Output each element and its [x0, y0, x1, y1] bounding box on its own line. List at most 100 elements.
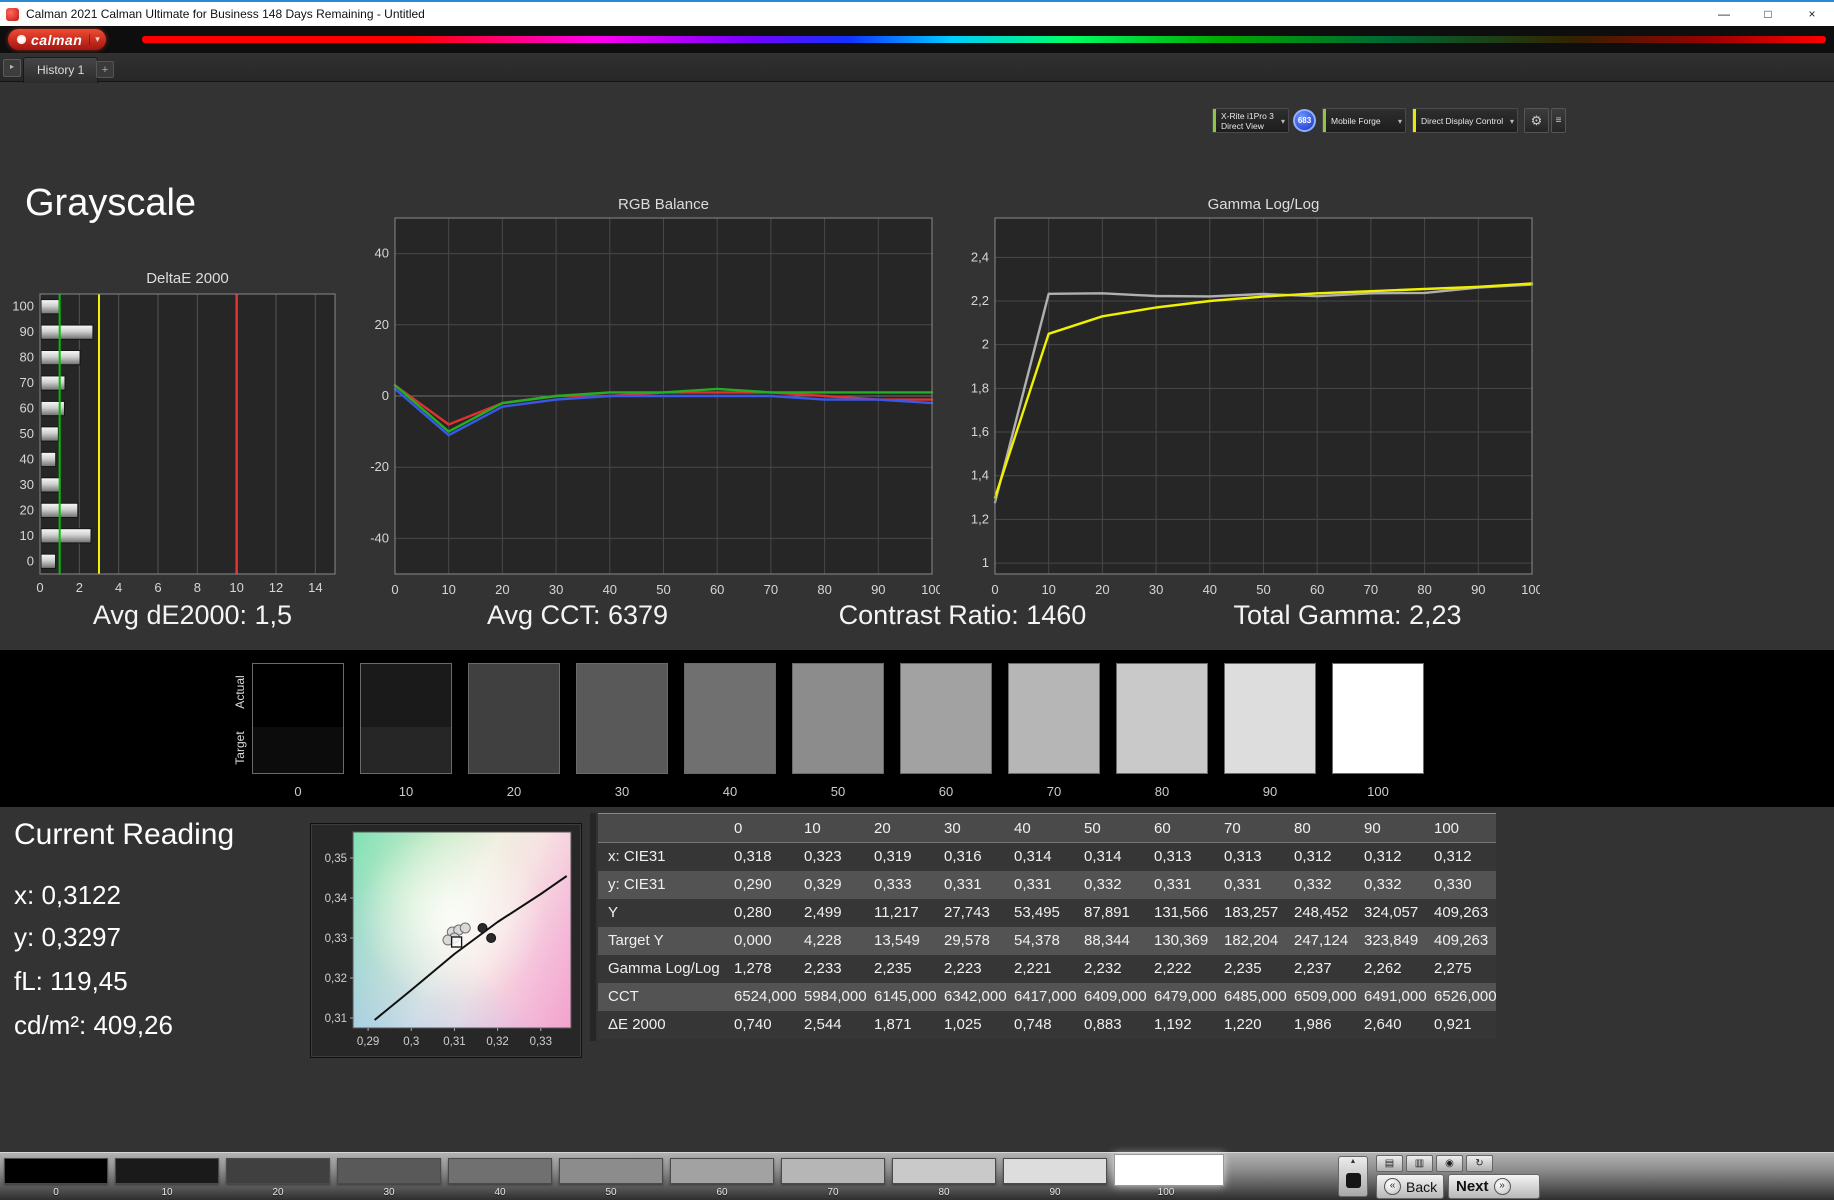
- source-select-dropdown[interactable]: Mobile Forge ▾: [1322, 108, 1406, 133]
- options-menu-button[interactable]: ≡: [1551, 108, 1566, 133]
- table-col-header: 30: [936, 813, 1006, 843]
- svg-text:0: 0: [391, 582, 398, 597]
- patch-button-60[interactable]: [670, 1158, 774, 1184]
- table-row-label: x: CIE31: [598, 843, 726, 871]
- target-tool-button[interactable]: ◉: [1436, 1155, 1463, 1172]
- patch-button-50[interactable]: [559, 1158, 663, 1184]
- patch-button-20[interactable]: [226, 1158, 330, 1184]
- table-col-header: 100: [1426, 813, 1496, 843]
- svg-text:0,31: 0,31: [325, 1013, 347, 1025]
- next-button[interactable]: Next »: [1448, 1174, 1540, 1199]
- collapse-arrow-button[interactable]: ▸: [3, 59, 21, 77]
- patch-button-80[interactable]: [892, 1158, 996, 1184]
- table-cell: 0,316: [936, 843, 1006, 871]
- svg-text:90: 90: [1471, 582, 1485, 597]
- table-cell: 324,057: [1356, 899, 1426, 927]
- current-reading-title: Current Reading: [14, 818, 235, 851]
- patch-button-70[interactable]: [781, 1158, 885, 1184]
- grayscale-swatch-80: [1116, 663, 1208, 774]
- maximize-button[interactable]: □: [1746, 2, 1790, 26]
- swatch-actual-half: [685, 664, 775, 728]
- grayscale-swatch-50: [792, 663, 884, 774]
- back-button[interactable]: « Back: [1376, 1174, 1444, 1199]
- swatch-target-half: [1225, 727, 1315, 773]
- table-left-edge: [590, 813, 596, 1041]
- table-cell: 2,544: [796, 1011, 866, 1039]
- patch-button-label: 10: [161, 1187, 173, 1198]
- svg-text:4: 4: [115, 580, 122, 595]
- swatch-level-label: 90: [1262, 784, 1278, 799]
- display-accent-stripe: [1413, 109, 1416, 132]
- table-row-label: Gamma Log/Log: [598, 955, 726, 983]
- swatch-actual-half: [1117, 664, 1207, 728]
- table-cell: 248,452: [1286, 899, 1356, 927]
- swatch-target-half: [1117, 727, 1207, 773]
- patch-button-90[interactable]: [1003, 1158, 1107, 1184]
- deltae-chart: DeltaE 2000 100 90 80 70 60 50 40 30 20 10 0 0 2 4 6 8 1…: [0, 270, 340, 604]
- table-cell: 0,921: [1426, 1011, 1496, 1039]
- svg-text:50: 50: [656, 582, 670, 597]
- titlebar: Calman 2021 Calman Ultimate for Business…: [0, 0, 1834, 26]
- table-cell: 0,748: [1006, 1011, 1076, 1039]
- pattern-window-button[interactable]: ▲: [1338, 1156, 1368, 1197]
- deltae-chart-plot: 10090807060504030201000 2 4 6 8 10 12 14: [12, 293, 336, 595]
- patch-button-40[interactable]: [448, 1158, 552, 1184]
- display-control-dropdown[interactable]: Direct Display Control ▾: [1412, 108, 1518, 133]
- table-cell: 409,263: [1426, 927, 1496, 955]
- grayscale-swatch-30: [576, 663, 668, 774]
- cie-plot: 0,35 0,34 0,33 0,32 0,31 0,29 0,3 0,31 0,32 0,33: [325, 831, 572, 1048]
- svg-text:40: 40: [375, 246, 389, 261]
- contrast-ratio-stat: Contrast Ratio: 1460: [838, 600, 1087, 630]
- table-cell: 5984,000: [796, 983, 867, 1011]
- table-cell: 0,329: [796, 871, 866, 899]
- table-cell: 29,578: [936, 927, 1006, 955]
- svg-text:100: 100: [12, 299, 34, 314]
- table-cell: 2,237: [1286, 955, 1356, 983]
- add-tab-button[interactable]: +: [96, 61, 114, 78]
- table-cell: 0,313: [1216, 843, 1286, 871]
- patch-button-30[interactable]: [337, 1158, 441, 1184]
- minimize-button[interactable]: —: [1702, 2, 1746, 26]
- table-cell: 1,871: [866, 1011, 936, 1039]
- table-cell: 53,495: [1006, 899, 1076, 927]
- table-col-header: 40: [1006, 813, 1076, 843]
- tab-history-1[interactable]: History 1: [23, 57, 99, 83]
- table-cell: 6485,000: [1216, 983, 1287, 1011]
- swatch-level-label: 10: [398, 784, 414, 799]
- refresh-tool-button[interactable]: ↻: [1466, 1155, 1493, 1172]
- table-cell: 2,235: [1216, 955, 1286, 983]
- table-cell: 409,263: [1426, 899, 1496, 927]
- swatch-target-half: [793, 727, 883, 773]
- swatch-actual-half: [577, 664, 667, 728]
- gamma-chart-plot: 1 1,2 1,4 1,6 1,8 2 2,2 2,4 0 10 20 30 40 50 60 70 80 90 1…: [971, 217, 1540, 597]
- close-button[interactable]: ×: [1790, 2, 1834, 26]
- display-tool-button[interactable]: ▤: [1376, 1155, 1403, 1172]
- table-row-label: Y: [598, 899, 726, 927]
- meter-select-dropdown[interactable]: X-Rite i1Pro 3 Direct View ▾: [1212, 108, 1289, 133]
- patch-button-0[interactable]: [4, 1158, 108, 1184]
- swatch-level-label: 70: [1046, 784, 1062, 799]
- patch-button-10[interactable]: [115, 1158, 219, 1184]
- patch-button-100[interactable]: [1114, 1154, 1224, 1186]
- report-tool-button[interactable]: ▥: [1406, 1155, 1433, 1172]
- patch-button-label: 30: [383, 1187, 395, 1198]
- next-label: Next: [1456, 1178, 1489, 1195]
- meter-line1: X-Rite i1Pro 3: [1221, 111, 1274, 121]
- calman-menu-button[interactable]: calman ▾: [8, 29, 106, 50]
- table-col-header: 20: [866, 813, 936, 843]
- table-cell: 0,333: [866, 871, 936, 899]
- table-cell: 2,223: [936, 955, 1006, 983]
- svg-text:20: 20: [20, 502, 34, 517]
- settings-gear-button[interactable]: ⚙: [1524, 108, 1549, 133]
- grayscale-swatch-20: [468, 663, 560, 774]
- table-cell: 0,323: [796, 843, 866, 871]
- app-icon: [6, 8, 19, 21]
- table-cell: 1,278: [726, 955, 796, 983]
- svg-text:0: 0: [991, 582, 998, 597]
- table-cell: 2,499: [796, 899, 866, 927]
- table-cell: 6145,000: [866, 983, 937, 1011]
- table-cell: 0,883: [1076, 1011, 1146, 1039]
- table-cell: 0,332: [1076, 871, 1146, 899]
- table-col-header: 70: [1216, 813, 1286, 843]
- table-cell: 6524,000: [726, 983, 797, 1011]
